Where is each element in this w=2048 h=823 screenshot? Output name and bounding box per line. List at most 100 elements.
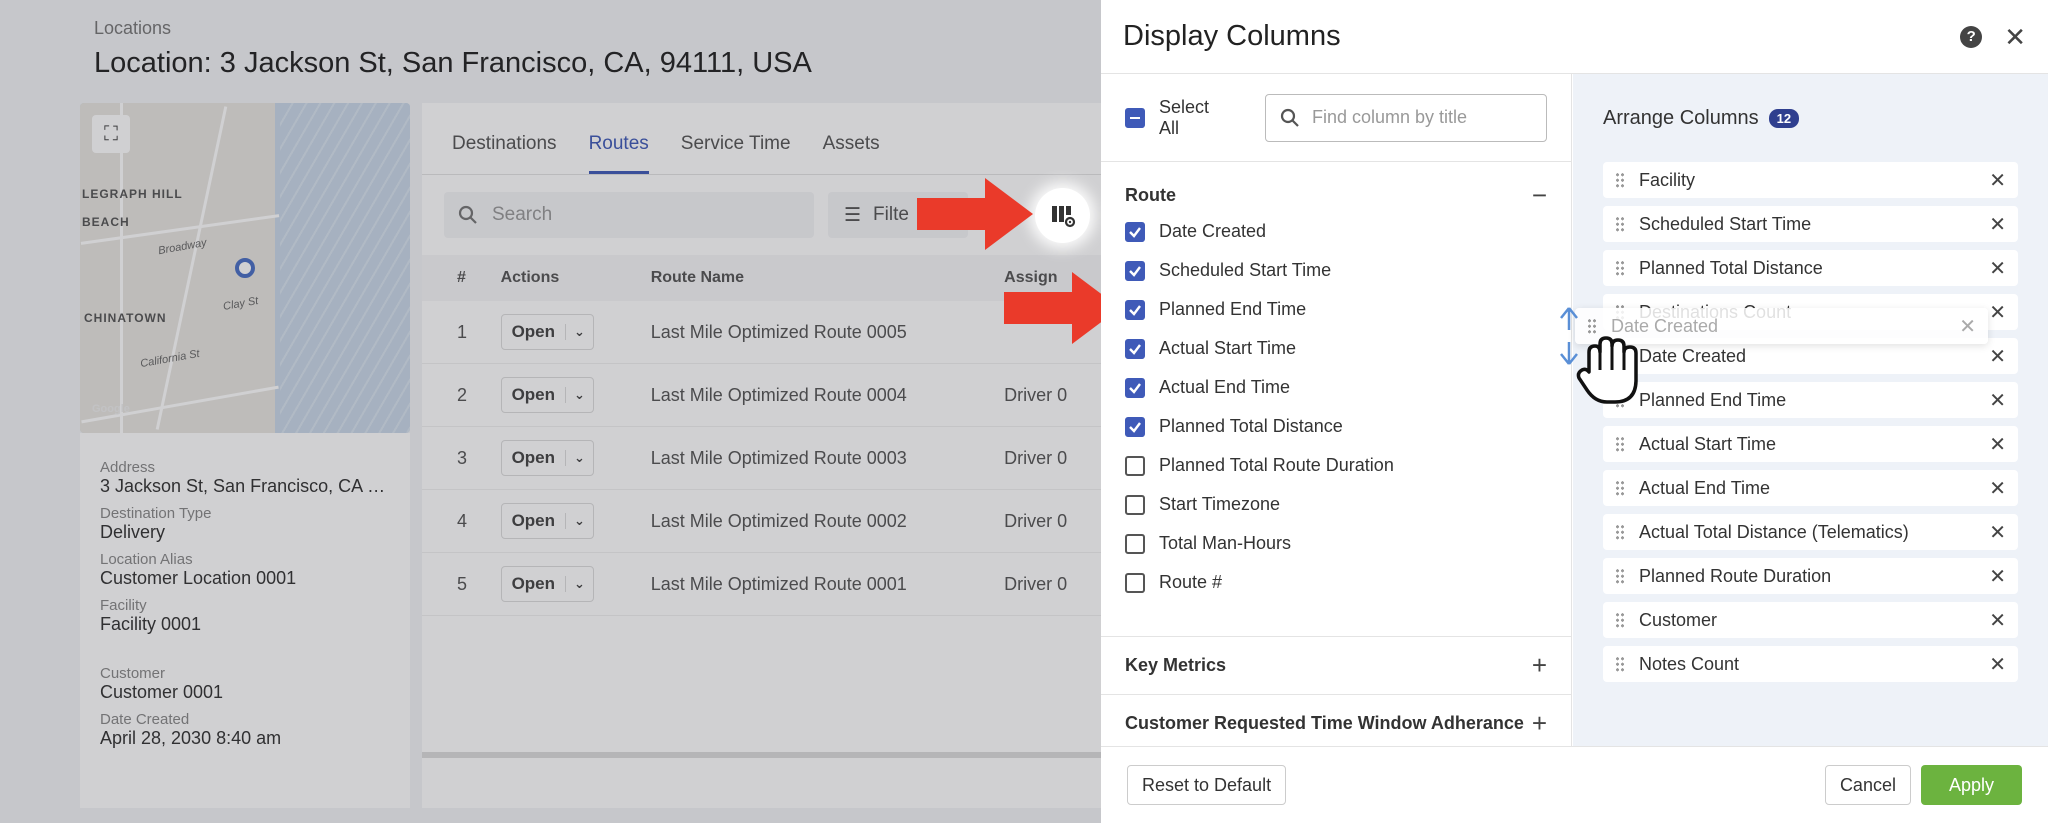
expand-icon[interactable]: + (1532, 650, 1547, 681)
find-column-search[interactable] (1265, 93, 1547, 142)
column-option[interactable]: Actual End Time (1101, 368, 1571, 407)
remove-column-icon[interactable]: ✕ (1989, 300, 2006, 325)
find-column-input[interactable] (1312, 107, 1532, 128)
arranged-column-item[interactable]: Facility ✕ (1603, 162, 2018, 198)
drag-handle-icon[interactable] (1615, 172, 1625, 188)
column-checkbox[interactable] (1125, 338, 1145, 359)
remove-column-icon[interactable]: ✕ (1989, 344, 2006, 369)
expand-icon[interactable]: + (1532, 708, 1547, 739)
column-checkbox[interactable] (1125, 416, 1145, 437)
arranged-column-label: Facility (1639, 169, 1696, 190)
remove-column-icon[interactable]: ✕ (1989, 608, 2006, 633)
checkmark-icon (1129, 343, 1141, 355)
arranged-column-item[interactable]: Planned Total Distance ✕ (1603, 250, 2018, 286)
modal-header: Display Columns ? ✕ (1101, 0, 2048, 74)
select-all-label[interactable]: Select All (1159, 97, 1225, 139)
column-checkbox[interactable] (1125, 377, 1145, 398)
key-metrics-section[interactable]: Key Metrics + (1101, 636, 1571, 694)
arranged-column-label: Planned End Time (1639, 389, 1787, 410)
column-checkbox[interactable] (1125, 221, 1145, 242)
column-option[interactable]: Start Timezone (1101, 485, 1571, 524)
remove-icon: ✕ (1959, 315, 1976, 338)
drag-handle-icon[interactable] (1615, 260, 1625, 276)
remove-column-icon[interactable]: ✕ (1989, 564, 2006, 589)
column-option-label: Start Timezone (1159, 494, 1281, 514)
close-icon[interactable]: ✕ (2004, 24, 2026, 50)
column-settings-button[interactable] (1035, 188, 1090, 243)
column-checkbox[interactable] (1125, 533, 1145, 554)
remove-column-icon[interactable]: ✕ (1989, 520, 2006, 545)
available-columns-panel: Select All Route − Date Created Scheduled… (1101, 74, 1572, 746)
arranged-column-label: Planned Route Duration (1639, 565, 1832, 586)
column-option[interactable]: Route # (1101, 563, 1571, 602)
collapse-icon[interactable]: − (1532, 180, 1547, 211)
arranged-column-item[interactable]: Notes Count ✕ (1603, 646, 2018, 682)
arranged-column-label: Actual Total Distance (Telematics) (1639, 521, 1909, 542)
arranged-column-label: Planned Total Distance (1639, 257, 1823, 278)
arranged-column-item[interactable]: Actual End Time ✕ (1603, 470, 2018, 506)
column-option-label: Planned End Time (1159, 299, 1307, 319)
arranged-column-item[interactable]: Scheduled Start Time ✕ (1603, 206, 2018, 242)
arranged-column-label: Notes Count (1639, 653, 1740, 674)
column-option[interactable]: Actual Start Time (1101, 329, 1571, 368)
column-checkbox[interactable] (1125, 260, 1145, 281)
remove-column-icon[interactable]: ✕ (1989, 432, 2006, 457)
column-checkbox[interactable] (1125, 494, 1145, 515)
remove-column-icon[interactable]: ✕ (1989, 476, 2006, 501)
arranged-column-item[interactable]: Actual Total Distance (Telematics) ✕ (1603, 514, 2018, 550)
drag-handle-icon[interactable] (1615, 568, 1625, 584)
arranged-column-item[interactable]: Planned Route Duration ✕ (1603, 558, 2018, 594)
drag-handle-icon[interactable] (1615, 480, 1625, 496)
drag-handle-icon[interactable] (1615, 612, 1625, 628)
grab-cursor-icon (1576, 336, 1638, 404)
apply-button[interactable]: Apply (1920, 765, 2022, 805)
arranged-column-label: Customer (1639, 609, 1718, 630)
checkmark-icon (1129, 226, 1141, 238)
remove-column-icon[interactable]: ✕ (1989, 168, 2006, 193)
checkmark-icon (1129, 304, 1141, 316)
arrange-columns-panel: Arrange Columns 12 Facility ✕ Scheduled St… (1573, 74, 2048, 746)
adherence-section[interactable]: Customer Requested Time Window Adherance… (1101, 694, 1571, 752)
columns-settings-icon (1051, 205, 1075, 227)
cancel-button[interactable]: Cancel (1824, 765, 1911, 805)
column-option-label: Planned Total Route Duration (1159, 455, 1394, 475)
reset-to-default-button[interactable]: Reset to Default (1127, 765, 1287, 805)
dragging-column-label: Date Created (1611, 315, 1719, 336)
remove-column-icon[interactable]: ✕ (1989, 212, 2006, 237)
column-count-badge: 12 (1768, 108, 1800, 128)
route-section-header[interactable]: Route − (1101, 178, 1571, 212)
column-option-label: Total Man-Hours (1159, 533, 1292, 553)
help-icon[interactable]: ? (1960, 25, 1983, 48)
modal-backdrop[interactable] (0, 0, 1101, 823)
column-option[interactable]: Planned Total Route Duration (1101, 446, 1571, 485)
arranged-column-item[interactable]: Customer ✕ (1603, 602, 2018, 638)
remove-column-icon[interactable]: ✕ (1989, 256, 2006, 281)
adherence-title: Customer Requested Time Window Adherance (1125, 713, 1524, 733)
column-checkbox[interactable] (1125, 455, 1145, 476)
column-option[interactable]: Date Created (1101, 212, 1571, 251)
column-checkbox[interactable] (1125, 299, 1145, 320)
display-columns-modal: Display Columns ? ✕ Select All Route − D… (1101, 0, 2048, 823)
route-section-title: Route (1125, 184, 1176, 205)
select-all-row: Select All (1101, 74, 1571, 162)
modal-footer: Reset to Default Cancel Apply (1101, 746, 2048, 823)
drag-handle-icon[interactable] (1615, 656, 1625, 672)
column-option[interactable]: Scheduled Start Time (1101, 251, 1571, 290)
remove-column-icon[interactable]: ✕ (1989, 652, 2006, 677)
drag-handle-icon[interactable] (1615, 524, 1625, 540)
checkmark-icon (1129, 421, 1141, 433)
column-option[interactable]: Total Man-Hours (1101, 524, 1571, 563)
column-checkbox[interactable] (1125, 572, 1145, 593)
arranged-column-item[interactable]: Actual Start Time ✕ (1603, 426, 2018, 462)
column-option[interactable]: Planned End Time (1101, 290, 1571, 329)
key-metrics-title: Key Metrics (1125, 655, 1227, 675)
column-option[interactable]: Planned Total Distance (1101, 407, 1571, 446)
drag-handle-icon[interactable] (1615, 436, 1625, 452)
search-icon (1280, 108, 1299, 127)
column-option-label: Planned Total Distance (1159, 416, 1343, 436)
remove-column-icon[interactable]: ✕ (1989, 388, 2006, 413)
arranged-column-item[interactable]: Planned End Time ✕ (1603, 382, 2018, 418)
drag-handle-icon[interactable] (1615, 216, 1625, 232)
select-all-checkbox[interactable] (1125, 107, 1145, 128)
column-option-label: Actual Start Time (1159, 338, 1297, 358)
